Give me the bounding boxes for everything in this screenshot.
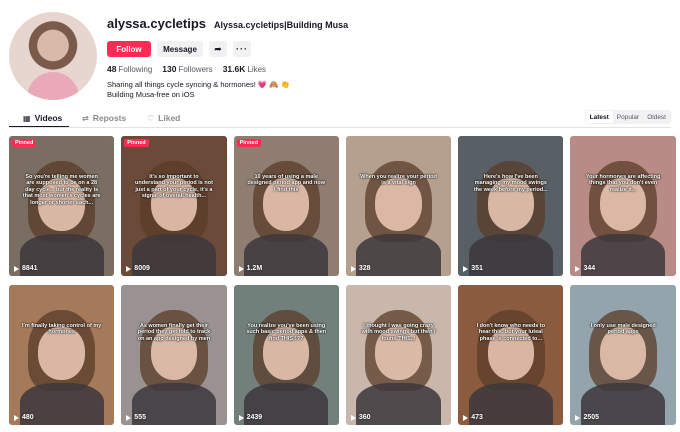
- video-caption: When you realize your period is a vital …: [360, 173, 437, 187]
- view-count: 360: [350, 414, 371, 421]
- repost-icon: ⇄: [82, 113, 89, 123]
- play-icon: [126, 265, 132, 272]
- name-row: alyssa.cycletips Alyssa.cycletips|Buildi…: [107, 16, 667, 34]
- username: alyssa.cycletips: [107, 16, 207, 31]
- video-caption: It's so important to understand your per…: [134, 173, 213, 200]
- play-icon: [14, 265, 19, 272]
- play-icon: [350, 265, 356, 272]
- sort-latest[interactable]: Latest: [585, 111, 613, 123]
- view-count: 555: [126, 414, 146, 421]
- video-caption: I thought I was going crazy with mood sw…: [361, 322, 436, 342]
- profile-actions: Follow Message ➦ ···: [107, 41, 667, 57]
- view-count: 1.2M: [238, 265, 263, 272]
- video-card[interactable]: I only use male designed period apps 2505: [570, 285, 676, 425]
- video-card[interactable]: Here's how I've been managing my mood sw…: [458, 136, 564, 276]
- nickname: Alyssa.cycletips|Building Musa: [214, 20, 349, 30]
- view-count: 328: [350, 265, 371, 272]
- video-card[interactable]: You realize you've been using such basic…: [233, 285, 339, 425]
- view-count-text: 555: [134, 414, 146, 421]
- followers-stat[interactable]: 130 Followers: [162, 64, 212, 74]
- video-caption: You realize you've been using such basic…: [246, 322, 327, 342]
- view-count-text: 1.2M: [246, 265, 263, 272]
- view-count-text: 360: [358, 414, 371, 421]
- video-card[interactable]: I don't know who needs to hear this, but…: [458, 285, 564, 425]
- video-caption: Here's how I've been managing my mood sw…: [473, 173, 548, 193]
- play-icon: [14, 414, 19, 421]
- video-card[interactable]: As women finally get their period they g…: [121, 285, 227, 425]
- video-caption: I don't know who needs to hear this, but…: [476, 322, 546, 342]
- play-icon: [575, 414, 581, 421]
- view-count: 2439: [238, 414, 263, 421]
- message-button[interactable]: Message: [157, 41, 203, 57]
- follow-button[interactable]: Follow: [107, 41, 151, 57]
- view-count-text: 473: [471, 414, 483, 421]
- play-icon: [238, 265, 244, 272]
- play-icon: [463, 414, 469, 421]
- view-count-text: 2439: [246, 414, 263, 421]
- video-caption: I only use male designed period apps: [590, 322, 656, 336]
- sort-popular[interactable]: Popular: [613, 111, 643, 123]
- sort-toggle: Latest Popular Oldest: [584, 110, 671, 124]
- view-count-text: 8841: [22, 265, 38, 272]
- pinned-badge: Pinned: [124, 139, 149, 147]
- pinned-badge: Pinned: [236, 139, 261, 147]
- view-count-text: 2505: [583, 414, 600, 421]
- following-stat[interactable]: 48 Following: [107, 64, 152, 74]
- avatar[interactable]: [9, 12, 97, 100]
- pinned-badge: Pinned: [12, 139, 37, 147]
- tab-liked[interactable]: ♡ Liked: [147, 110, 180, 126]
- sort-oldest[interactable]: Oldest: [643, 111, 670, 123]
- play-icon: [463, 265, 469, 272]
- share-button[interactable]: ➦: [209, 41, 227, 57]
- content-tabs: ▦ Videos ⇄ Reposts ♡ Liked Latest Popula…: [9, 110, 671, 128]
- play-icon: [575, 265, 581, 272]
- video-caption: Your hormones are affecting things that …: [585, 173, 661, 193]
- bio-line-2: Building Musa-free on iOS: [107, 90, 195, 99]
- view-count-text: 344: [583, 265, 596, 272]
- tab-videos[interactable]: ▦ Videos: [23, 110, 62, 126]
- view-count: 480: [14, 414, 34, 421]
- view-count-text: 351: [471, 265, 483, 272]
- video-caption: I'm finally taking control of my hormone…: [22, 322, 102, 336]
- video-caption: So you're telling me women are supposed …: [22, 173, 101, 206]
- view-count: 351: [463, 265, 483, 272]
- more-button[interactable]: ···: [233, 41, 251, 57]
- view-count-text: 328: [358, 265, 371, 272]
- view-count-text: 8009: [134, 265, 150, 272]
- view-count: 8841: [14, 265, 38, 272]
- play-icon: [350, 414, 356, 421]
- video-card[interactable]: I thought I was going crazy with mood sw…: [345, 285, 452, 425]
- video-card[interactable]: Your hormones are affecting things that …: [570, 136, 676, 276]
- bio-line-1: Sharing all things cycle syncing & hormo…: [107, 80, 256, 89]
- video-card[interactable]: When you realize your period is a vital …: [345, 136, 452, 276]
- more-icon: ···: [236, 44, 248, 54]
- video-card[interactable]: So you're telling me women are supposed …: [9, 136, 115, 276]
- tab-reposts[interactable]: ⇄ Reposts: [82, 110, 126, 126]
- share-icon: ➦: [214, 43, 222, 54]
- video-card[interactable]: I'm finally taking control of my hormone…: [9, 285, 115, 425]
- bio-emoji: 💗 🙈 👏: [257, 80, 291, 89]
- bio: Sharing all things cycle syncing & hormo…: [107, 80, 667, 100]
- profile-header: alyssa.cycletips Alyssa.cycletips|Buildi…: [9, 12, 671, 104]
- video-caption: 10 years of using a male designed period…: [247, 173, 326, 193]
- heart-outline-icon: ♡: [147, 113, 155, 123]
- likes-stat: 31.6K Likes: [222, 64, 267, 74]
- view-count-text: 480: [22, 414, 34, 421]
- video-caption: As women finally get their period they g…: [137, 322, 211, 342]
- view-count: 344: [575, 265, 595, 272]
- view-count: 2505: [575, 414, 599, 421]
- grid-icon: ▦: [23, 113, 31, 123]
- play-icon: [126, 414, 132, 421]
- video-card[interactable]: It's so important to understand your per…: [121, 136, 227, 276]
- video-card[interactable]: 10 years of using a male designed period…: [233, 136, 339, 276]
- view-count: 8009: [126, 265, 150, 272]
- play-icon: [238, 414, 244, 421]
- view-count: 473: [463, 414, 483, 421]
- profile-info: alyssa.cycletips Alyssa.cycletips|Buildi…: [107, 16, 667, 100]
- profile-stats: 48 Following 130 Followers 31.6K Likes: [107, 64, 667, 74]
- tabs-divider: [9, 127, 671, 128]
- video-grid: So you're telling me women are supposed …: [9, 136, 676, 425]
